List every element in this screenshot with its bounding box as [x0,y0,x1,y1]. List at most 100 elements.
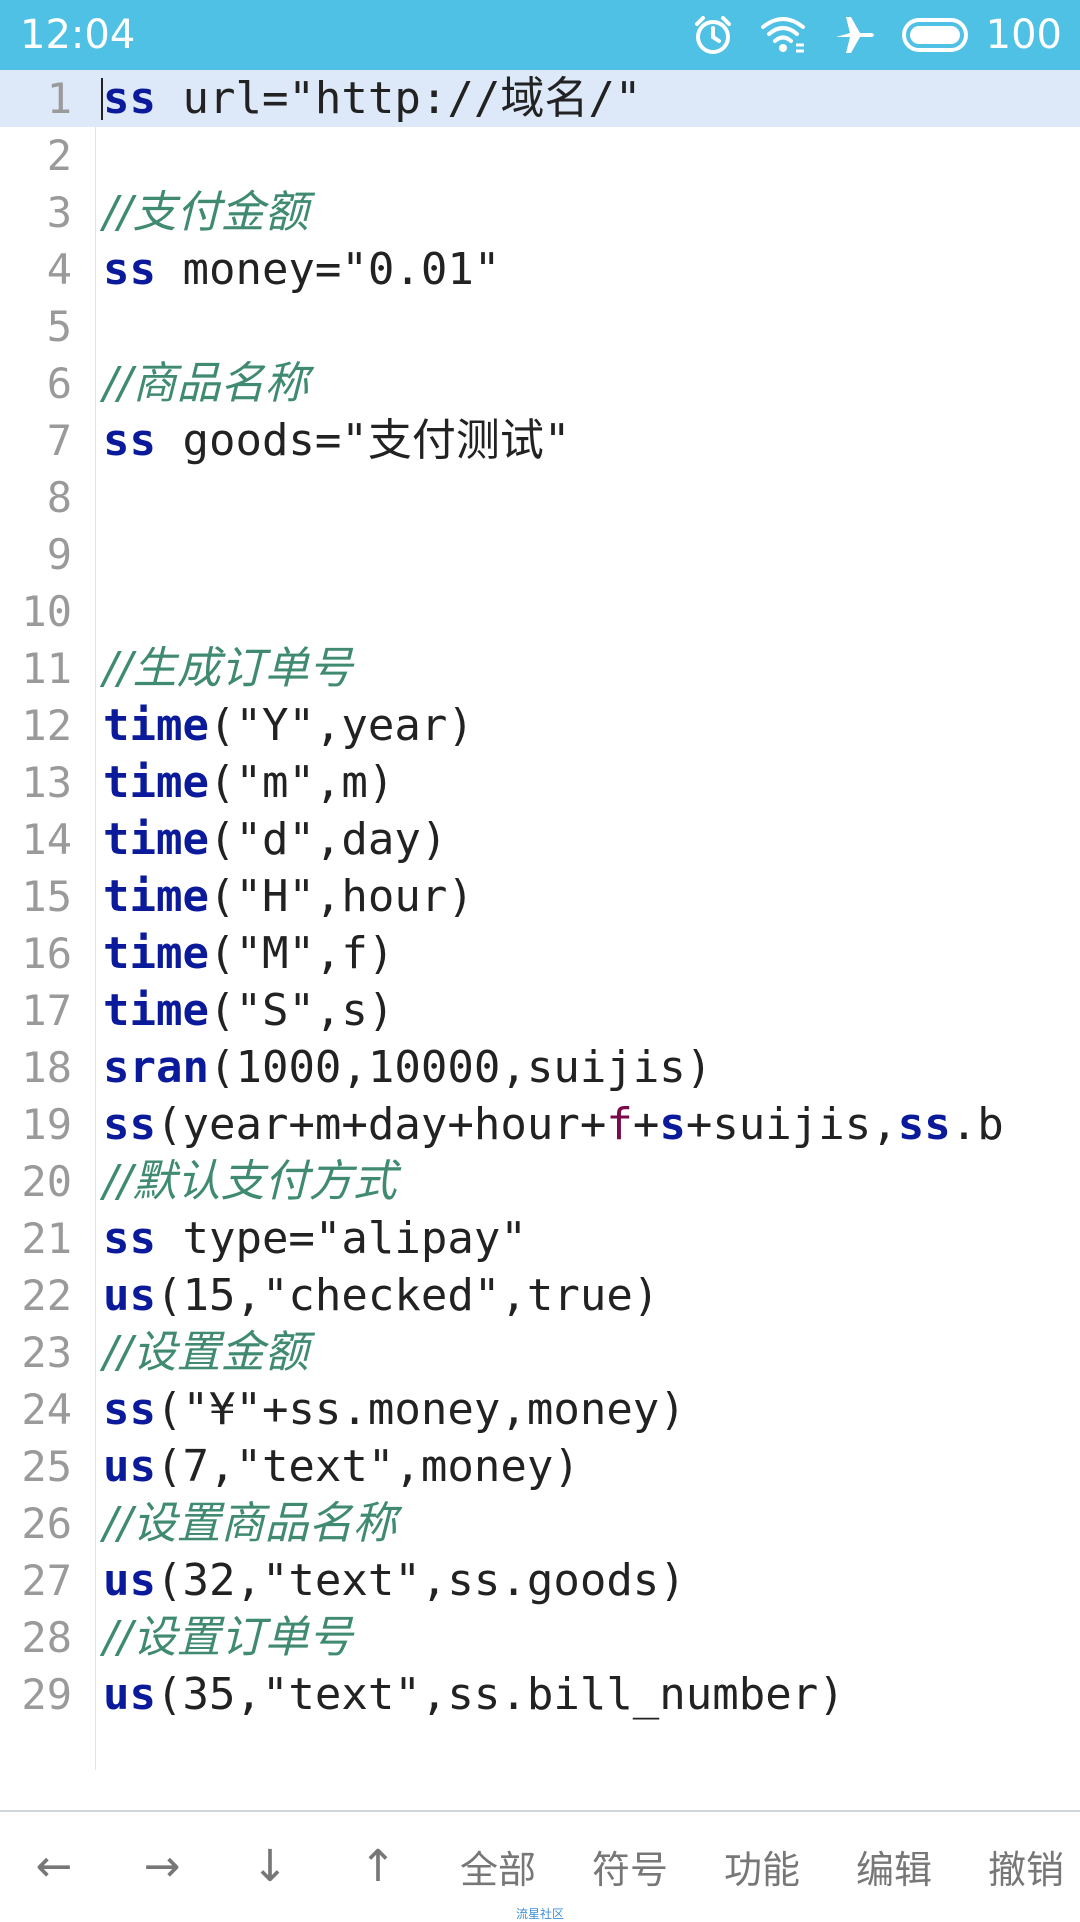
line-code: ss goods="支付测试" [103,412,570,469]
line-code: //设置金额 [103,1324,309,1381]
select-all-button[interactable]: 全部 [444,1812,552,1920]
line-code: //设置商品名称 [103,1495,397,1552]
code-line[interactable]: 5 [0,298,1080,355]
code-text: +suijis, [685,1099,898,1150]
edit-button[interactable]: 编辑 [840,1812,948,1920]
line-code: //默认支付方式 [103,1153,397,1210]
code-text: (7,"text",money) [155,1441,580,1492]
code-keyword: time [103,700,209,751]
code-keyword: us [103,1555,156,1606]
line-code: //生成订单号 [103,640,353,697]
line-code: sran(1000,10000,suijis) [103,1039,712,1096]
code-line[interactable]: 16 time("M",f) [0,925,1080,982]
code-text: + [632,1099,660,1150]
code-line[interactable]: 6 //商品名称 [0,355,1080,412]
code-text: type="alipay" [155,1213,527,1264]
line-number: 19 [21,1100,72,1149]
line-number: 16 [21,929,72,978]
code-line[interactable]: 8 [0,469,1080,526]
line-code: //商品名称 [103,355,309,412]
line-number: 20 [21,1157,72,1206]
line-number: 7 [46,416,72,465]
cursor-right-button[interactable]: → [108,1812,216,1920]
code-text: ("H",hour) [208,871,474,922]
line-number: 10 [21,587,72,636]
line-code: us(7,"text",money) [103,1438,580,1495]
wifi-icon [760,17,805,53]
code-line[interactable]: 7 ss goods="支付测试" [0,412,1080,469]
code-line[interactable]: 15 time("H",hour) [0,868,1080,925]
code-line[interactable]: 23 //设置金额 [0,1324,1080,1381]
line-number: 3 [46,188,72,237]
line-code: time("M",f) [103,925,394,982]
code-keyword: ss [103,73,156,124]
symbol-button[interactable]: 符号 [576,1812,684,1920]
line-code: us(35,"text",ss.bill_number) [103,1666,845,1723]
code-comment: //设置金额 [103,1327,309,1378]
line-number: 9 [46,530,72,579]
code-line[interactable]: 3 //支付金额 [0,184,1080,241]
code-line[interactable]: 1 ss url="http://域名/" [0,70,1080,127]
code-line[interactable]: 20 //默认支付方式 [0,1153,1080,1210]
code-line[interactable]: 4 ss money="0.01" [0,241,1080,298]
cursor-left-button[interactable]: ← [0,1812,108,1920]
code-text: ("¥"+ss.money,money) [155,1384,686,1435]
code-text: .b [950,1099,1004,1150]
code-line[interactable]: 12 time("Y",year) [0,697,1080,754]
code-text: f [606,1099,633,1150]
code-line[interactable]: 11 //生成订单号 [0,640,1080,697]
code-line[interactable]: 9 [0,526,1080,583]
code-line[interactable]: 19 ss(year+m+day+hour+f+s+suijis,ss.b [0,1096,1080,1153]
code-line[interactable]: 27 us(32,"text",ss.goods) [0,1552,1080,1609]
line-number: 14 [21,815,72,864]
code-keyword: ss [103,415,156,466]
code-comment: //设置订单号 [103,1612,353,1663]
code-comment: //支付金额 [103,187,309,238]
code-keyword: time [103,985,209,1036]
code-keyword: time [103,814,209,865]
code-line[interactable]: 18 sran(1000,10000,suijis) [0,1039,1080,1096]
code-line[interactable]: 28 //设置订单号 [0,1609,1080,1666]
line-code: us(15,"checked",true) [103,1267,659,1324]
status-time: 12:04 [20,12,136,58]
code-line[interactable]: 29 us(35,"text",ss.bill_number) [0,1666,1080,1723]
code-text: (1000,10000,suijis) [208,1042,713,1093]
code-comment: //默认支付方式 [103,1156,397,1207]
battery-icon [901,18,968,52]
line-number: 15 [21,872,72,921]
function-button[interactable]: 功能 [708,1812,816,1920]
line-code: //设置订单号 [103,1609,353,1666]
code-line[interactable]: 14 time("d",day) [0,811,1080,868]
line-number: 23 [21,1328,72,1377]
code-line[interactable]: 24 ss("¥"+ss.money,money) [0,1381,1080,1438]
cursor-up-button[interactable]: ↑ [324,1812,432,1920]
code-line[interactable]: 2 [0,127,1080,184]
code-line[interactable]: 10 [0,583,1080,640]
watermark-text: 流星社区 [515,1907,564,1921]
code-line[interactable]: 17 time("S",s) [0,982,1080,1039]
cursor-down-button[interactable]: ↓ [216,1812,324,1920]
line-code: time("H",hour) [103,868,474,925]
undo-button[interactable]: 撤销 [972,1812,1080,1920]
code-line[interactable]: 26 //设置商品名称 [0,1495,1080,1552]
code-line[interactable]: 21 ss type="alipay" [0,1210,1080,1267]
code-editor[interactable]: 1 ss url="http://域名/" 2 3//支付金额 4 ss money="0… [0,70,1080,1770]
bottom-toolbar: ← → ↓ ↑ 全部 符号 功能 编辑 撤销 流星社区 [0,1810,1080,1922]
line-number: 6 [46,359,72,408]
line-number: 5 [46,302,72,351]
code-comment: //商品名称 [103,358,309,409]
line-number: 28 [21,1613,72,1662]
line-code: time("S",s) [103,982,394,1039]
line-number: 27 [21,1556,72,1605]
alarm-icon [694,16,731,54]
code-keyword: time [103,757,209,808]
status-bar: 12:04 100 [0,0,1080,70]
code-keyword: s [659,1099,686,1150]
line-code: ss url="http://域名/" [103,70,641,127]
code-text: goods="支付测试" [155,415,571,466]
code-line[interactable]: 22 us(15,"checked",true) [0,1267,1080,1324]
code-line[interactable]: 13 time("m",m) [0,754,1080,811]
line-number: 22 [21,1271,72,1320]
code-line[interactable]: 25 us(7,"text",money) [0,1438,1080,1495]
code-text: money="0.01" [155,244,501,295]
